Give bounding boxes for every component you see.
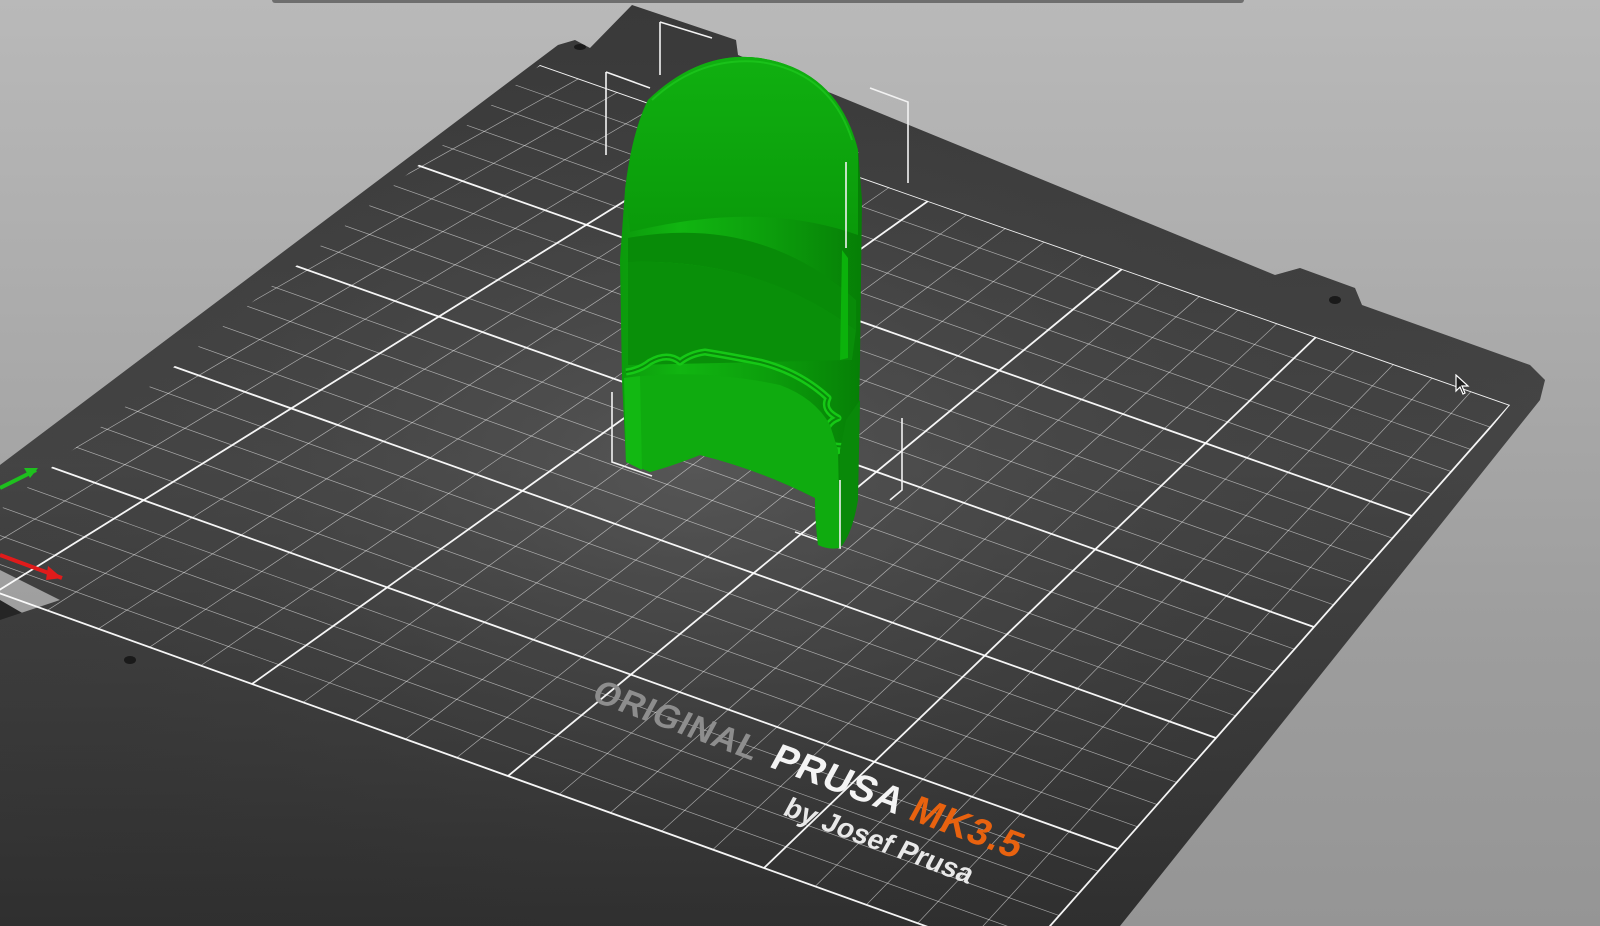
3d-viewport[interactable]: ORIGINAL PRUSA MK3.5 by Josef Prusa <box>0 0 1600 926</box>
bed-screw-hole <box>1329 296 1341 304</box>
bed-screw-hole <box>574 44 586 50</box>
mouse-pointer-icon <box>1455 374 1470 395</box>
bed-screw-hole <box>124 656 136 664</box>
scene-canvas[interactable]: ORIGINAL PRUSA MK3.5 by Josef Prusa <box>0 0 1600 926</box>
